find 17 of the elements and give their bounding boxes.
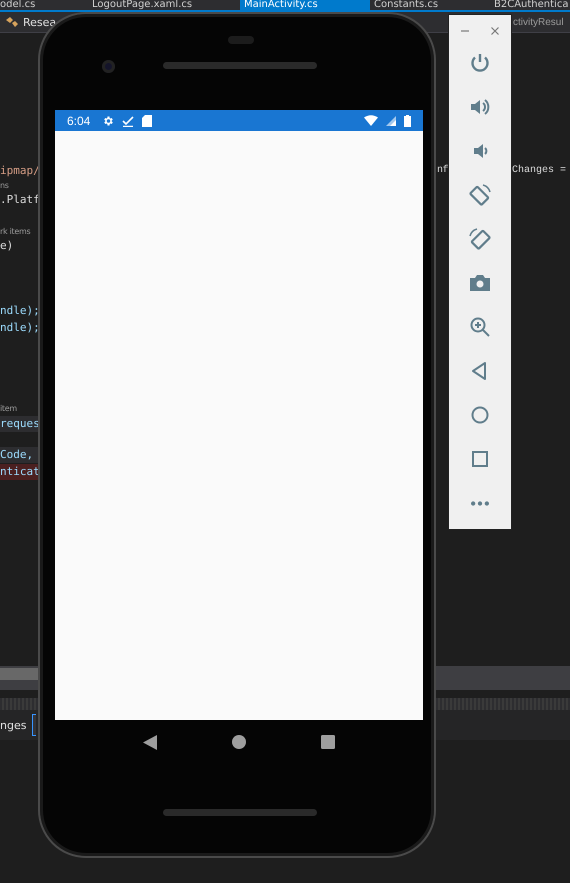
code-text: nticat bbox=[0, 464, 40, 480]
code-text: reques bbox=[0, 416, 40, 432]
class-dropdown-text[interactable]: Resea bbox=[23, 16, 56, 28]
code-text: ndle); bbox=[0, 303, 40, 319]
code-text: nf bbox=[437, 164, 448, 178]
code-text: Changes = bbox=[512, 164, 566, 178]
codelens-text: ns bbox=[0, 180, 10, 192]
codelens-text: item bbox=[0, 403, 18, 415]
code-text: Code, bbox=[0, 447, 40, 463]
codelens-text: rk items bbox=[0, 226, 32, 238]
status-time: 6:04 bbox=[67, 114, 90, 128]
code-text: ndle); bbox=[0, 320, 40, 336]
code-text: e) bbox=[0, 238, 14, 254]
panel-label: nges bbox=[0, 718, 26, 732]
code-text: .Platf bbox=[0, 192, 40, 208]
method-dropdown-text[interactable]: ctivityResul bbox=[513, 16, 564, 28]
code-text: ipmap/ bbox=[0, 163, 40, 179]
